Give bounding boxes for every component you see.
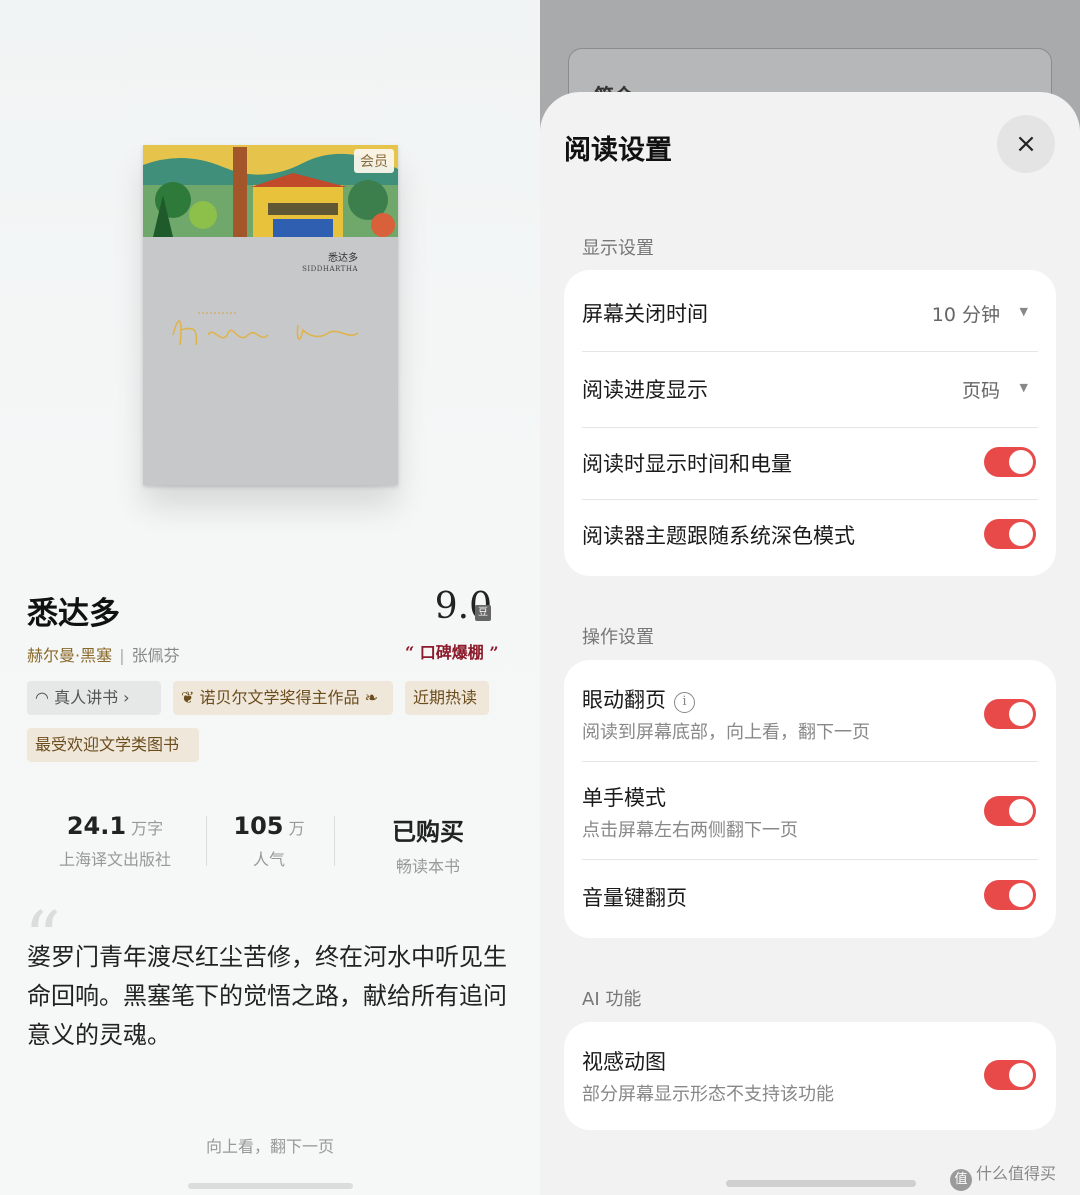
popularity-label: 人气 bbox=[252, 850, 285, 869]
one-hand-label: 单手模式 bbox=[582, 786, 666, 810]
cover-subtitle: SIDDHARTHA bbox=[302, 265, 358, 273]
volume-key-toggle[interactable] bbox=[984, 880, 1036, 910]
reading-settings-screen: 简介 阅读设置 × 显示设置 屏幕关闭时间 10 分钟 ▼ 阅读进度显示 页码 … bbox=[540, 0, 1080, 1195]
eye-turn-label-text: 眼动翻页 bbox=[582, 688, 666, 712]
dark-mode-follow-label: 阅读器主题跟随系统深色模式 bbox=[582, 524, 855, 548]
one-hand-row: 单手模式 点击屏幕左右两侧翻下一页 bbox=[582, 762, 1038, 860]
cover-title: 悉达多 bbox=[328, 253, 358, 264]
progress-display-row[interactable]: 阅读进度显示 页码 ▼ bbox=[582, 352, 1038, 428]
book-authors: 赫尔曼·黑塞 | 张佩芬 bbox=[27, 642, 180, 666]
publisher-label: 上海译文出版社 bbox=[58, 850, 171, 869]
display-settings-group: 屏幕关闭时间 10 分钟 ▼ 阅读进度显示 页码 ▼ 阅读时显示时间和电量 阅读… bbox=[564, 270, 1056, 576]
show-time-battery-toggle[interactable] bbox=[984, 447, 1036, 477]
popularity-value: 105 bbox=[233, 812, 284, 840]
section-display-label: 显示设置 bbox=[582, 238, 654, 259]
author-separator: | bbox=[119, 646, 125, 665]
tag-nobel[interactable]: ❦ 诺贝尔文学奖得主作品 ❧ bbox=[173, 681, 393, 715]
screen-off-value[interactable]: 10 分钟 bbox=[932, 300, 1000, 327]
word-count-unit: 万字 bbox=[131, 819, 164, 838]
home-indicator[interactable] bbox=[188, 1183, 353, 1189]
progress-display-label: 阅读进度显示 bbox=[582, 378, 708, 402]
book-title: 悉达多 bbox=[27, 596, 120, 632]
visual-motion-label: 视感动图 bbox=[582, 1050, 666, 1074]
eye-turn-row: 眼动翻页 i 阅读到屏幕底部，向上看，翻下一页 bbox=[582, 660, 1038, 760]
purchase-status: 已购买 bbox=[392, 818, 464, 846]
watermark-text: 什么值得买 bbox=[976, 1164, 1057, 1183]
word-count-value: 24.1 bbox=[66, 812, 127, 840]
dark-mode-follow-toggle[interactable] bbox=[984, 519, 1036, 549]
watermark: 值什么值得买 bbox=[950, 1160, 1056, 1191]
visual-motion-toggle[interactable] bbox=[984, 1060, 1036, 1090]
close-icon: × bbox=[1015, 129, 1037, 159]
book-detail-panel: 会员 悉达多 SIDDHARTHA 悉达多 赫尔曼·黑塞 | 张佩芬 9.0 豆… bbox=[0, 0, 540, 1195]
book-cover[interactable]: 会员 悉达多 SIDDHARTHA bbox=[143, 145, 398, 485]
cover-signature-graphic bbox=[172, 312, 359, 346]
translator-link[interactable]: 张佩芬 bbox=[132, 646, 180, 665]
screen-off-label: 屏幕关闭时间 bbox=[582, 302, 708, 326]
book-stats: 24.1 万字 上海译文出版社 105 万 人气 已购买 畅读本书 bbox=[27, 812, 517, 876]
tag-audio-label: 真人讲书 › bbox=[54, 688, 130, 707]
page-turn-hint: 向上看，翻下一页 bbox=[205, 1137, 334, 1156]
watermark-logo-icon: 值 bbox=[950, 1169, 972, 1191]
headphone-icon: ◠ bbox=[35, 688, 49, 707]
section-operation-label: 操作设置 bbox=[582, 627, 654, 648]
volume-key-row: 音量键翻页 bbox=[582, 860, 1038, 936]
close-button[interactable]: × bbox=[997, 115, 1055, 173]
tag-audio-talk[interactable]: ◠ 真人讲书 › bbox=[27, 681, 161, 715]
dropdown-caret-icon: ▼ bbox=[1019, 381, 1028, 394]
eye-turn-desc: 阅读到屏幕底部，向上看，翻下一页 bbox=[582, 722, 870, 743]
book-quote: 婆罗门青年渡尽红尘苦修，终在河水中听见生命回响。黑塞笔下的觉悟之路，献给所有追问… bbox=[27, 943, 507, 1049]
settings-title: 阅读设置 bbox=[564, 135, 672, 166]
show-time-battery-label: 阅读时显示时间和电量 bbox=[582, 452, 792, 476]
dark-mode-follow-row: 阅读器主题跟随系统深色模式 bbox=[582, 500, 1038, 572]
visual-motion-row: 视感动图 部分屏幕显示形态不支持该功能 bbox=[582, 1022, 1038, 1130]
member-badge: 会员 bbox=[354, 149, 394, 173]
douban-icon: 豆 bbox=[475, 605, 491, 621]
operation-settings-group: 眼动翻页 i 阅读到屏幕底部，向上看，翻下一页 单手模式 点击屏幕左右两侧翻下一页… bbox=[564, 660, 1056, 938]
eye-turn-label: 眼动翻页 i bbox=[582, 684, 695, 714]
one-hand-toggle[interactable] bbox=[984, 796, 1036, 826]
volume-key-label: 音量键翻页 bbox=[582, 886, 687, 910]
stat-word-count: 24.1 万字 上海译文出版社 bbox=[27, 812, 203, 870]
ai-settings-group: 视感动图 部分屏幕显示形态不支持该功能 bbox=[564, 1022, 1056, 1130]
stat-purchase[interactable]: 已购买 畅读本书 bbox=[363, 812, 493, 877]
visual-motion-desc: 部分屏幕显示形态不支持该功能 bbox=[582, 1084, 834, 1105]
dropdown-caret-icon: ▼ bbox=[1019, 305, 1028, 318]
one-hand-desc: 点击屏幕左右两侧翻下一页 bbox=[582, 820, 798, 841]
rating-tag: “ 口碑爆棚 ” bbox=[405, 643, 499, 662]
laurel-left-icon: ❦ bbox=[181, 688, 195, 707]
stat-popularity: 105 万 人气 bbox=[205, 812, 333, 870]
eye-turn-toggle[interactable] bbox=[984, 699, 1036, 729]
home-indicator[interactable] bbox=[726, 1180, 916, 1187]
purchase-label: 畅读本书 bbox=[395, 857, 460, 876]
section-ai-label: AI 功能 bbox=[582, 989, 642, 1010]
tag-hot[interactable]: 近期热读 bbox=[405, 681, 489, 715]
show-time-battery-row: 阅读时显示时间和电量 bbox=[582, 428, 1038, 500]
stats-divider bbox=[334, 816, 335, 866]
popularity-unit: 万 bbox=[288, 819, 305, 838]
screen-off-row[interactable]: 屏幕关闭时间 10 分钟 ▼ bbox=[582, 270, 1038, 350]
settings-sheet: 阅读设置 × 显示设置 屏幕关闭时间 10 分钟 ▼ 阅读进度显示 页码 ▼ 阅… bbox=[540, 92, 1080, 1195]
progress-display-value[interactable]: 页码 bbox=[962, 376, 1000, 403]
info-icon[interactable]: i bbox=[674, 692, 695, 713]
laurel-right-icon: ❧ bbox=[364, 688, 379, 707]
tag-popular[interactable]: 最受欢迎文学类图书 bbox=[27, 728, 199, 762]
author-link[interactable]: 赫尔曼·黑塞 bbox=[27, 646, 112, 665]
tag-nobel-label: 诺贝尔文学奖得主作品 bbox=[199, 688, 360, 707]
